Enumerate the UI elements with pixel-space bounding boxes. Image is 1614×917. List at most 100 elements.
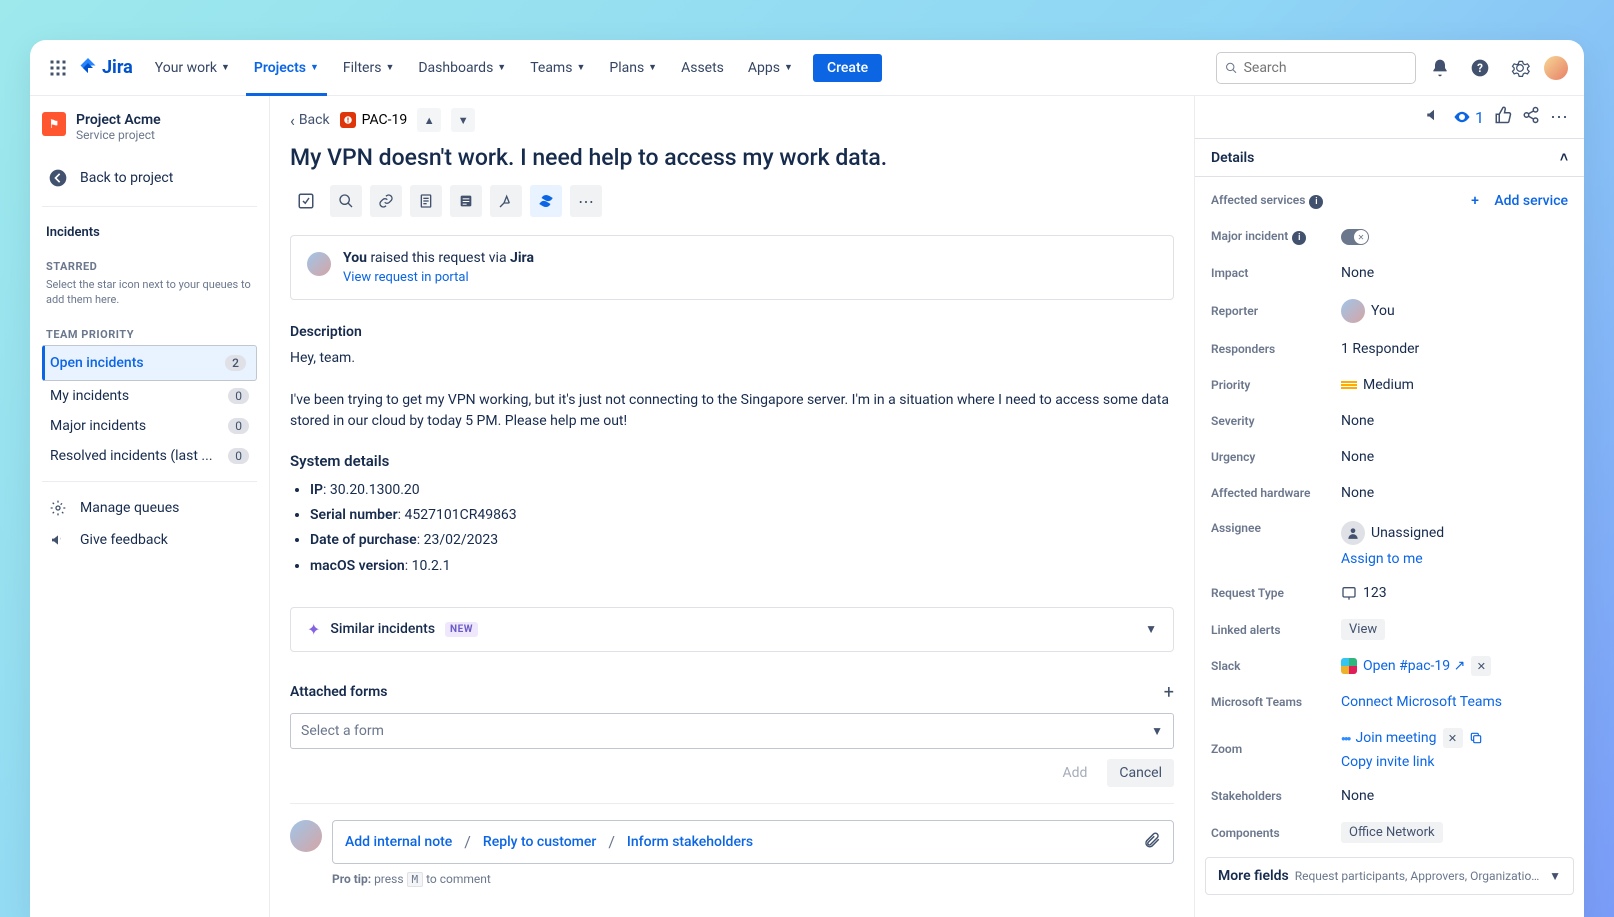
unassigned-avatar-icon — [1341, 521, 1365, 545]
find-icon[interactable] — [330, 185, 362, 217]
issue-title[interactable]: My VPN doesn't work. I need help to acce… — [290, 144, 1174, 171]
inform-stakeholders[interactable]: Inform stakeholders — [627, 834, 753, 850]
add-form-button: Add — [1050, 759, 1099, 787]
nav-plans[interactable]: Plans▼ — [601, 54, 665, 82]
new-badge: NEW — [445, 622, 478, 637]
project-header: ⚑ Project Acme Service project — [42, 112, 257, 142]
zoom-label: Zoom — [1211, 742, 1341, 756]
view-in-portal-link[interactable]: View request in portal — [343, 270, 469, 285]
profile-avatar[interactable] — [1544, 56, 1568, 80]
team-priority-head: TEAM PRIORITY — [42, 316, 257, 345]
queue-major-incidents[interactable]: Major incidents0 — [42, 411, 257, 441]
more-actions-icon[interactable]: ⋯ — [570, 185, 602, 217]
help-icon[interactable]: ? — [1464, 52, 1496, 84]
incident-type-icon — [340, 112, 356, 128]
give-feedback[interactable]: Give feedback — [42, 524, 257, 556]
remove-slack-button[interactable]: ✕ — [1471, 656, 1491, 676]
linked-alerts-view-button[interactable]: View — [1341, 619, 1385, 640]
nav-teams[interactable]: Teams▼ — [522, 54, 593, 82]
page-icon[interactable] — [410, 185, 442, 217]
back-to-project[interactable]: Back to project — [42, 160, 257, 196]
hardware-value[interactable]: None — [1341, 485, 1374, 501]
share-icon[interactable] — [1522, 106, 1540, 128]
system-details-head: System details — [290, 452, 1174, 470]
request-type-icon — [1341, 585, 1357, 601]
description-body[interactable]: Hey, team. I've been trying to get my VP… — [290, 348, 1174, 432]
confluence-icon[interactable] — [530, 185, 562, 217]
more-icon[interactable]: ⋯ — [1550, 107, 1568, 128]
priority-value[interactable]: Medium — [1341, 377, 1414, 393]
nav-assets[interactable]: Assets — [673, 54, 732, 82]
starred-hint: Select the star icon next to your queues… — [42, 277, 257, 316]
responders-label: Responders — [1211, 342, 1341, 356]
stakeholders-label: Stakeholders — [1211, 789, 1341, 803]
description-head: Description — [290, 324, 1174, 340]
nav-dashboards[interactable]: Dashboards▼ — [410, 54, 514, 82]
next-issue-button[interactable]: ▼ — [451, 108, 475, 132]
queue-open-incidents[interactable]: Open incidents2 — [42, 345, 257, 381]
jira-logo[interactable]: Jira — [78, 57, 133, 78]
queue-my-incidents[interactable]: My incidents0 — [42, 381, 257, 411]
search-input[interactable] — [1216, 52, 1416, 84]
major-incident-label: Major incidenti — [1211, 229, 1341, 245]
reporter-value[interactable]: You — [1341, 299, 1395, 323]
feedback-icon[interactable] — [1425, 106, 1443, 128]
nav-apps[interactable]: Apps▼ — [740, 54, 801, 82]
impact-label: Impact — [1211, 266, 1341, 280]
hardware-label: Affected hardware — [1211, 486, 1341, 500]
nav-filters[interactable]: Filters▼ — [335, 54, 402, 82]
copy-invite-link[interactable]: Copy invite link — [1341, 754, 1434, 770]
reply-to-customer[interactable]: Reply to customer — [483, 834, 596, 850]
back-button[interactable]: ‹Back — [290, 111, 330, 130]
component-chip[interactable]: Office Network — [1341, 822, 1443, 843]
assignee-value[interactable]: Unassigned — [1341, 521, 1444, 545]
connect-teams-link[interactable]: Connect Microsoft Teams — [1341, 694, 1502, 710]
stakeholders-value[interactable]: None — [1341, 788, 1374, 804]
request-type-value[interactable]: 123 — [1341, 585, 1387, 601]
article-icon[interactable] — [450, 185, 482, 217]
cancel-form-button[interactable]: Cancel — [1107, 759, 1174, 787]
nav-your-work[interactable]: Your work▼ — [147, 54, 238, 82]
add-form-icon[interactable]: + — [1164, 682, 1174, 703]
similar-incidents-panel[interactable]: ✦ Similar incidents NEW ▼ — [290, 607, 1174, 652]
impact-value[interactable]: None — [1341, 265, 1374, 281]
slack-label: Slack — [1211, 659, 1341, 673]
severity-value[interactable]: None — [1341, 413, 1374, 429]
settings-icon[interactable] — [1504, 52, 1536, 84]
teams-label: Microsoft Teams — [1211, 695, 1341, 709]
megaphone-icon — [46, 532, 70, 548]
manage-queues[interactable]: Manage queues — [42, 492, 257, 524]
info-icon[interactable]: i — [1309, 195, 1323, 209]
notifications-icon[interactable] — [1424, 52, 1456, 84]
create-button[interactable]: Create — [813, 54, 882, 82]
more-fields-panel[interactable]: More fields Request participants, Approv… — [1205, 857, 1574, 895]
attachment-icon[interactable] — [1143, 831, 1161, 853]
responders-value[interactable]: 1 Responder — [1341, 341, 1419, 357]
add-internal-note[interactable]: Add internal note — [345, 834, 452, 850]
comment-box[interactable]: Add internal note / Reply to customer / … — [332, 820, 1174, 864]
urgency-value[interactable]: None — [1341, 449, 1374, 465]
like-icon[interactable] — [1494, 106, 1512, 128]
assign-to-me-link[interactable]: Assign to me — [1341, 551, 1423, 567]
brand-name: Jira — [102, 57, 133, 78]
info-icon[interactable]: i — [1292, 231, 1306, 245]
add-service-button[interactable]: Add service — [1494, 193, 1568, 209]
major-incident-toggle[interactable] — [1341, 229, 1369, 245]
queue-resolved-incidents[interactable]: Resolved incidents (last ...0 — [42, 441, 257, 471]
nav-projects[interactable]: Projects▼ — [246, 40, 327, 96]
request-info-box: You raised this request via Jira View re… — [290, 235, 1174, 300]
remove-zoom-button[interactable]: ✕ — [1443, 728, 1463, 748]
link-icon[interactable] — [370, 185, 402, 217]
comment-tip: Pro tip: press M to comment — [332, 872, 1174, 886]
escalate-icon[interactable] — [490, 185, 522, 217]
issue-key[interactable]: PAC-19 — [340, 112, 408, 128]
prev-issue-button[interactable]: ▲ — [417, 108, 441, 132]
app-switcher-icon[interactable] — [46, 56, 70, 80]
details-panel-header[interactable]: Details ˄ — [1195, 138, 1584, 177]
form-select[interactable]: Select a form ▼ — [290, 713, 1174, 749]
join-meeting-link[interactable]: Join meeting — [1356, 730, 1437, 746]
watchers-button[interactable]: 1 — [1453, 108, 1484, 127]
reporter-avatar — [1341, 299, 1365, 323]
open-slack-link[interactable]: Open #pac-19 ↗ — [1363, 658, 1465, 674]
create-subtask-icon[interactable] — [290, 185, 322, 217]
